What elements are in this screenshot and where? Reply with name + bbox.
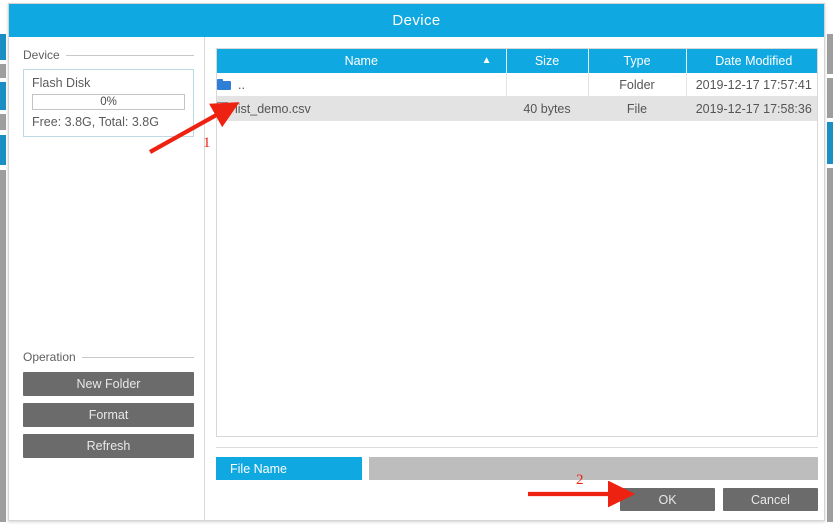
ok-button[interactable]: OK	[620, 488, 715, 511]
column-header-name-label: Name	[345, 54, 378, 68]
cancel-button[interactable]: Cancel	[723, 488, 818, 511]
background-strip	[827, 168, 833, 522]
device-usage-progressbar: 0%	[32, 94, 185, 110]
device-space-label: Free: 3.8G, Total: 3.8G	[32, 115, 185, 129]
bottom-separator	[216, 447, 818, 448]
group-divider	[82, 357, 194, 358]
table-row[interactable]: .. Folder 2019-12-17 17:57:41	[217, 73, 818, 97]
dialog-action-buttons: OK Cancel	[620, 488, 818, 511]
file-row-parent-dir[interactable]: ..	[217, 73, 506, 97]
column-header-date-modified[interactable]: Date Modified	[686, 49, 818, 73]
background-strip	[0, 170, 6, 522]
sort-ascending-icon: ▲	[482, 56, 492, 66]
file-type-cell: File	[588, 97, 686, 121]
background-strip	[827, 34, 833, 74]
device-dialog: Device Device Flash Disk 0% Free: 3.8G, …	[8, 3, 825, 521]
column-header-name[interactable]: Name ▲	[217, 49, 506, 73]
device-usage-percent: 0%	[33, 95, 184, 109]
background-strip	[0, 114, 6, 130]
new-folder-button[interactable]: New Folder	[23, 372, 194, 396]
file-list-header-row: Name ▲ Size Type Date Modified	[217, 49, 818, 73]
dialog-title: Device	[392, 12, 440, 29]
format-button[interactable]: Format	[23, 403, 194, 427]
operation-buttons: New Folder Format Refresh	[23, 372, 194, 458]
operation-group-title: Operation	[23, 350, 194, 364]
file-list-table: Name ▲ Size Type Date Modified	[217, 49, 818, 121]
right-panel: Name ▲ Size Type Date Modified	[205, 37, 824, 520]
dialog-titlebar: Device	[9, 4, 824, 37]
file-row-list-demo[interactable]: list_demo.csv	[217, 97, 506, 121]
file-date-cell: 2019-12-17 17:57:41	[686, 73, 818, 97]
filename-row: File Name	[216, 457, 818, 480]
file-date-cell: 2019-12-17 17:58:36	[686, 97, 818, 121]
refresh-button[interactable]: Refresh	[23, 434, 194, 458]
file-name-input[interactable]	[369, 457, 818, 480]
background-strip	[0, 64, 6, 78]
operation-group-label: Operation	[23, 350, 76, 364]
left-panel: Device Flash Disk 0% Free: 3.8G, Total: …	[9, 37, 205, 520]
folder-icon	[217, 79, 231, 90]
dialog-body: Device Flash Disk 0% Free: 3.8G, Total: …	[9, 37, 824, 520]
file-size-cell	[506, 73, 588, 97]
document-icon	[217, 102, 228, 115]
device-name-label: Flash Disk	[32, 76, 185, 90]
file-type-cell: Folder	[588, 73, 686, 97]
file-name-label: ..	[238, 78, 245, 92]
annotation-label-1: 1	[203, 135, 211, 152]
background-strip	[0, 82, 6, 110]
file-list-container: Name ▲ Size Type Date Modified	[216, 48, 818, 437]
background-strip	[827, 78, 833, 118]
file-name-button[interactable]: File Name	[216, 457, 362, 480]
group-divider	[66, 55, 194, 56]
operation-group: Operation New Folder Format Refresh	[23, 350, 194, 465]
device-group: Device Flash Disk 0% Free: 3.8G, Total: …	[23, 48, 194, 137]
background-strip	[827, 122, 833, 164]
background-strip	[0, 135, 6, 165]
file-size-cell: 40 bytes	[506, 97, 588, 121]
file-name-label: list_demo.csv	[235, 102, 311, 116]
column-header-type[interactable]: Type	[588, 49, 686, 73]
table-row[interactable]: list_demo.csv 40 bytes File 2019-12-17 1…	[217, 97, 818, 121]
device-info-box[interactable]: Flash Disk 0% Free: 3.8G, Total: 3.8G	[23, 69, 194, 137]
annotation-label-2: 2	[576, 472, 584, 489]
column-header-size[interactable]: Size	[506, 49, 588, 73]
background-strip	[0, 34, 6, 60]
device-group-label: Device	[23, 48, 60, 62]
device-group-title: Device	[23, 48, 194, 62]
